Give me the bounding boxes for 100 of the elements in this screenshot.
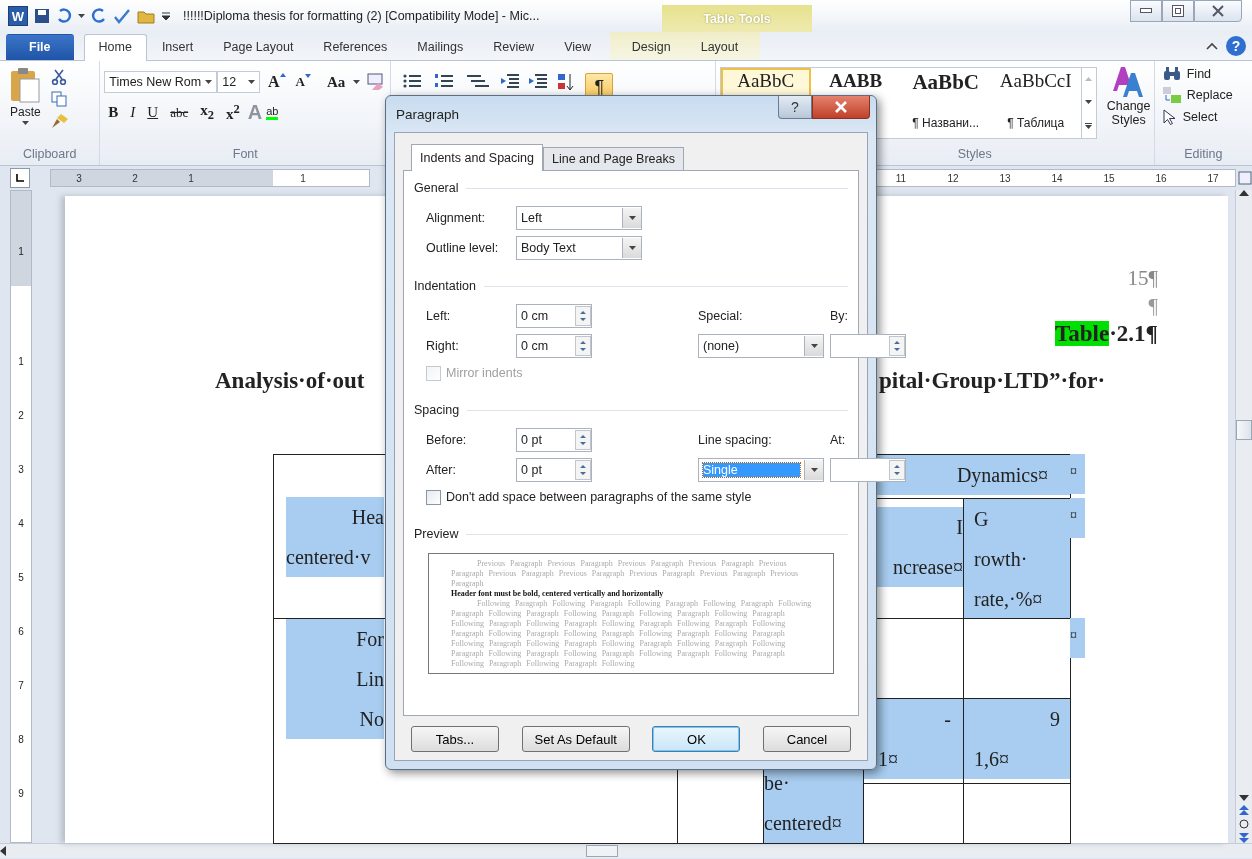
vertical-scrollbar[interactable] [1235,190,1252,843]
caret-icon[interactable] [21,121,29,125]
scroll-thumb[interactable] [586,845,618,857]
scroll-down-icon[interactable] [1085,100,1093,104]
copy-icon[interactable] [50,91,67,107]
more-styles-icon[interactable] [1085,122,1093,129]
special-dropdown[interactable]: (none) [698,334,824,358]
close-button[interactable] [812,96,870,119]
dialog-tab[interactable]: Indents and Spacing [411,144,543,171]
redo-icon[interactable] [91,8,107,24]
grow-font-button[interactable]: A [265,73,288,91]
dropdown-arrow-icon[interactable] [810,344,818,348]
format-button[interactable]: x$^{2}$ [221,102,244,123]
spin-arrows-icon[interactable] [575,306,591,326]
style-item[interactable]: AaBbCcI ¶ Таблица [990,68,1081,138]
spin-arrows-icon[interactable] [889,336,905,356]
horizontal-scrollbar[interactable] [0,843,1252,858]
ribbon-tab[interactable]: File [6,34,74,60]
format-button[interactable]: B [104,104,123,121]
customize-toolbar-icon[interactable] [161,11,171,21]
dropdown-arrow-icon[interactable] [628,216,636,220]
right-indent-field[interactable]: 0 cm [516,334,592,358]
browse-object-icon[interactable] [1239,819,1249,829]
editing-button[interactable]: Replace [1158,85,1248,105]
spin-arrows-icon[interactable] [889,460,905,480]
format-button[interactable]: I [126,104,140,121]
dropdown-arrow-icon[interactable] [628,246,636,250]
editing-button[interactable]: Select [1158,107,1248,127]
multilevel-list-icon[interactable] [467,73,492,89]
previous-page-icon[interactable] [1239,805,1249,815]
brush-icon[interactable] [50,113,69,129]
at-field[interactable] [830,458,906,482]
close-button[interactable] [1194,0,1242,22]
format-button[interactable]: x$_{2}$ [196,102,218,123]
dialog-button[interactable]: Tabs... [411,726,499,752]
dropdown-caret-icon[interactable] [205,80,213,84]
caret-icon[interactable] [353,80,361,84]
horizontal-ruler[interactable]: 3 2 1 1 [50,169,370,187]
highlight-button[interactable]: ab [266,105,279,120]
spin-arrows-icon[interactable] [575,460,591,480]
format-button[interactable]: abc [166,104,193,121]
spin-arrows-icon[interactable] [575,336,591,356]
cursor-icon[interactable] [1162,109,1177,125]
font-name-field[interactable]: Times New Rom [104,71,218,93]
after-spacing-field[interactable]: 0 pt [516,458,592,482]
minimize-button[interactable] [1130,0,1162,22]
undo-icon[interactable] [56,8,72,24]
left-indent-field[interactable]: 0 cm [516,304,592,328]
scroll-down-icon[interactable] [1239,795,1249,801]
collapse-ribbon-icon[interactable] [1206,42,1218,50]
shrink-font-button[interactable]: A [293,74,313,90]
decrease-indent-icon[interactable] [501,73,520,89]
scissors-icon[interactable] [50,69,67,85]
section-title: Spacing [414,403,460,417]
dialog-button[interactable]: Cancel [763,726,851,752]
dialog-button[interactable]: Set As Default [521,726,630,752]
ribbon-tab[interactable]: References [308,34,403,60]
checkbox[interactable] [426,489,441,505]
ribbon-tab[interactable]: Design [616,34,686,60]
help-button[interactable]: ? [778,96,812,119]
ruler-number: 2 [18,410,24,423]
app-icon[interactable]: W [8,6,28,26]
scroll-left-icon[interactable] [0,846,6,856]
dropdown-arrow-icon[interactable] [810,468,818,472]
tab-selector-button[interactable] [10,168,30,188]
help-button[interactable]: ? [1226,36,1246,56]
editing-button[interactable]: Find [1158,65,1248,83]
folder-icon[interactable] [137,8,155,24]
style-item[interactable]: AaBbC ¶ Названи... [900,68,991,138]
binoculars-icon[interactable] [1162,67,1181,81]
increase-indent-icon[interactable] [529,73,548,89]
ribbon-tab[interactable]: Mailings [402,34,479,60]
change-styles-button[interactable]: Change Styles [1100,65,1157,147]
dialog-button[interactable]: OK [652,726,741,752]
horizontal-ruler[interactable]: 11 12 13 14 15 16 17 [874,169,1236,187]
spin-arrows-icon[interactable] [575,430,591,450]
ribbon-tab[interactable]: Page Layout [208,34,309,60]
vertical-ruler[interactable]: 1 1 2 3 4 5 6 7 8 9 [10,190,32,843]
alignment-dropdown[interactable]: Left [516,206,642,230]
caret-icon[interactable] [78,14,85,18]
font-size-field[interactable]: 12 [217,71,260,93]
outline-level-dropdown[interactable]: Body Text [516,236,642,260]
dialog-tab[interactable]: Line and Page Breaks [543,147,684,170]
change-case-button[interactable]: Aa [324,73,348,91]
before-spacing-field[interactable]: 0 pt [516,428,592,452]
ribbon-tab[interactable]: Layout [685,34,754,60]
ribbon-tab[interactable]: Review [478,34,550,60]
dropdown-caret-icon[interactable] [247,80,255,84]
sort-icon[interactable] [557,73,576,91]
ribbon-tab[interactable]: Home [83,34,147,61]
clipboard-icon[interactable] [10,67,41,103]
by-field[interactable] [830,334,906,358]
spelling-check-icon[interactable] [113,8,131,24]
save-icon[interactable] [34,8,50,24]
restore-button[interactable] [1162,0,1194,22]
format-button[interactable]: U [143,104,163,121]
ribbon-tab[interactable]: Insert [146,34,209,60]
scroll-thumb[interactable] [1236,420,1252,440]
ribbon-tab[interactable]: View [549,34,607,60]
paste-button[interactable]: Paste [4,65,47,147]
